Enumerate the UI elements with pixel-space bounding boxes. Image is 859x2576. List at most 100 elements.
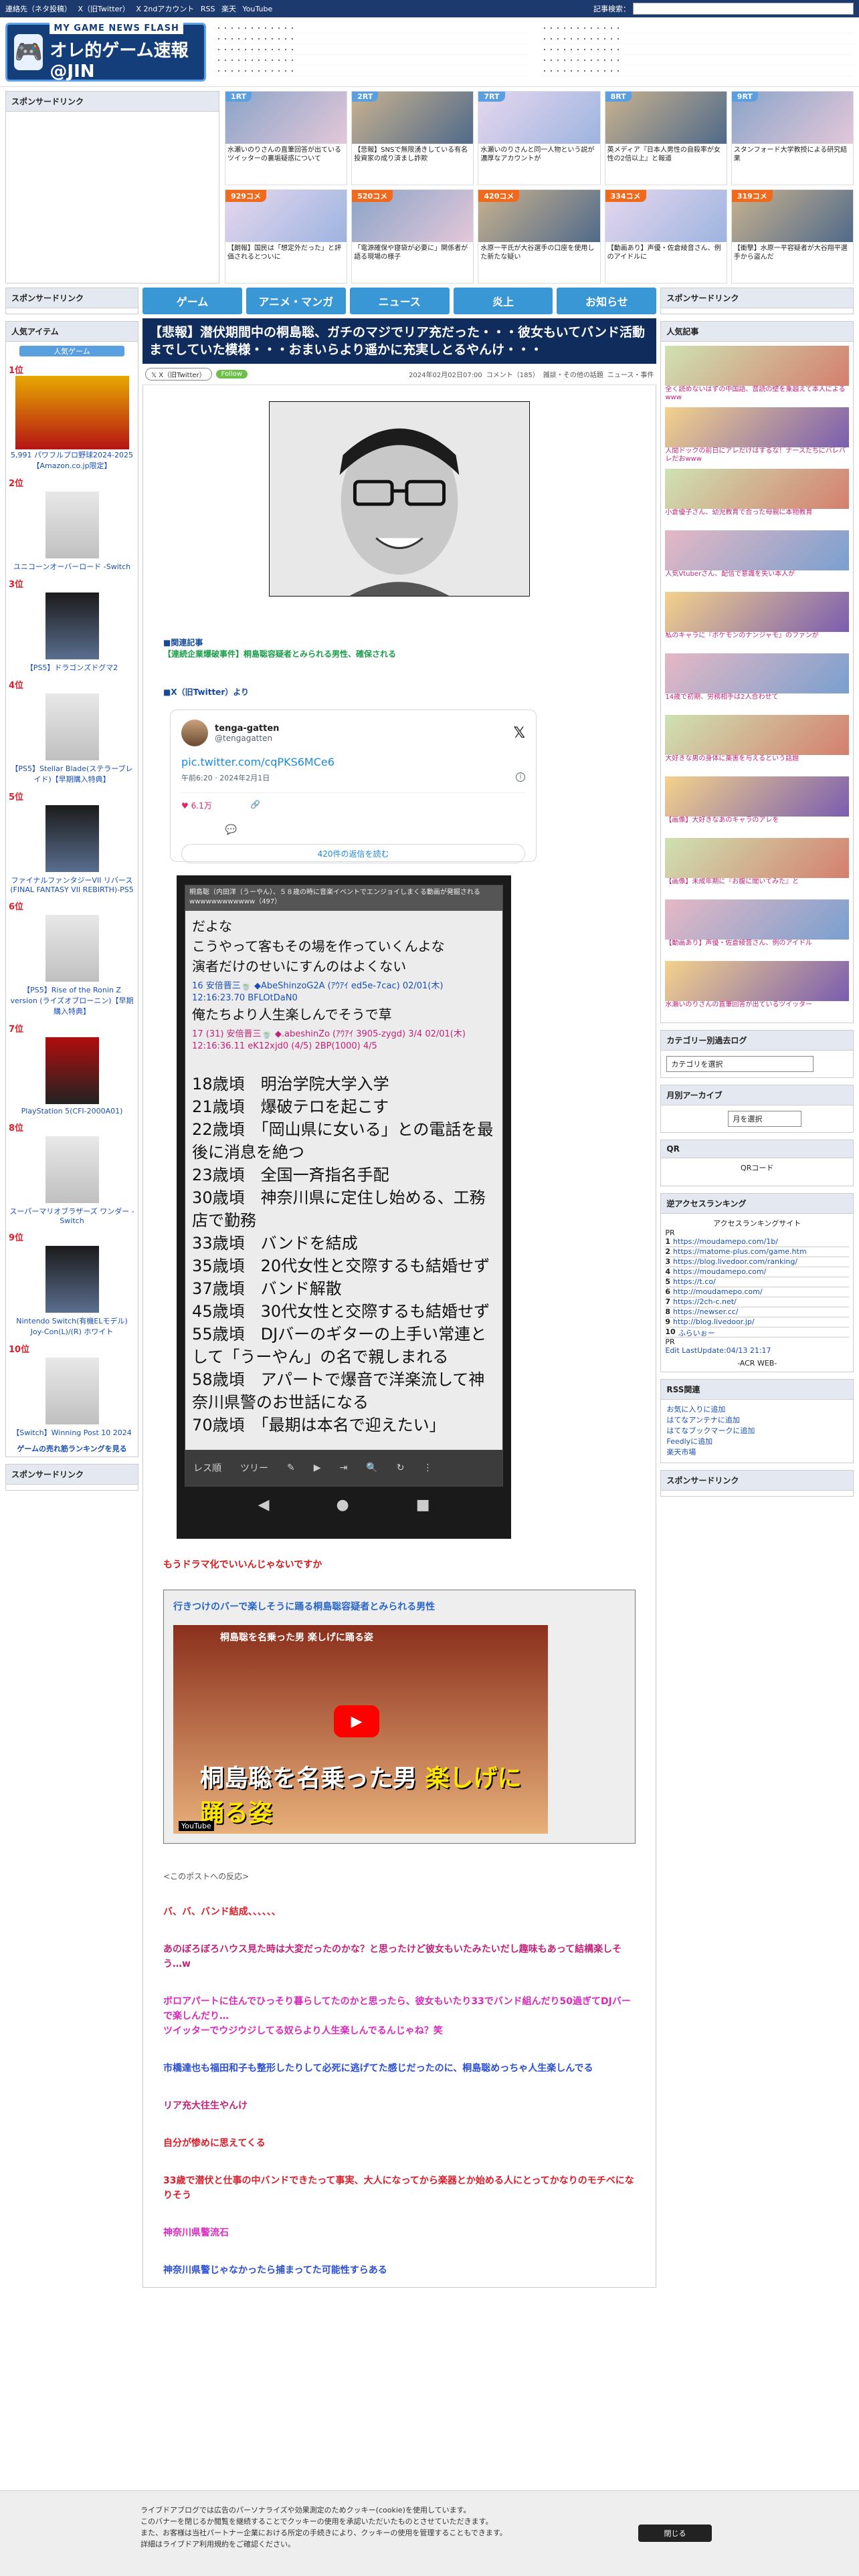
item-rank-1[interactable]: 1位 5,991 パワフルプロ野球2024-2025 【Amazon.co.jp限…	[6, 360, 138, 473]
article-category-link[interactable]: 雑談・その他の話題	[543, 369, 603, 379]
tweet-avatar[interactable]	[181, 720, 209, 746]
popular-article[interactable]: 人間ドックの前日にアレだけはするな！ナースたちにバレバレだおwww	[665, 407, 849, 465]
tweet-media-link[interactable]: pic.twitter.com/cqPKS6MCe6	[181, 756, 335, 768]
rss-link[interactable]: RSS	[201, 5, 215, 13]
like-button[interactable]: ♥ 6.1万	[181, 800, 212, 837]
nav-enjo[interactable]: 炎上	[453, 288, 553, 314]
month-select[interactable]: 月を選択	[728, 1111, 802, 1127]
search-input[interactable]	[633, 3, 854, 15]
reaction: ボロアパートに住んでひっそり暮らしてたのかと思ったら、彼女もいたり33でバンド組…	[163, 1996, 631, 2036]
article-comments-link[interactable]: コメント（185）	[486, 369, 539, 379]
link-icon[interactable]: 🔗	[250, 800, 260, 837]
access-item[interactable]: 8 https://newser.cc/	[665, 1307, 849, 1317]
pencil-icon: ✎	[287, 1463, 295, 1473]
item-rank-10[interactable]: 10位 【Switch】Winning Post 10 2024	[6, 1339, 138, 1440]
embedded-tweet[interactable]: tenga-gatten @tengagatten 𝕏 pic.twitter.…	[170, 710, 537, 863]
item-rank-5[interactable]: 5位 ファイナルファンタジーVII リバース(FINAL FANTASY VII …	[6, 787, 138, 897]
rank-card[interactable]: 1RT 水瀬いのりさんの直筆回答が出ているツイッターの裏垢疑惑について	[225, 91, 348, 185]
play-button[interactable]: ▶	[334, 1705, 380, 1737]
reply-icon[interactable]: 💬	[225, 823, 237, 837]
video-title[interactable]: 桐島聡を名乗った男 楽しげに踊る姿	[220, 1630, 373, 1644]
rank-card[interactable]: 9RT スタンフォード大学教授による研究結果	[731, 91, 854, 185]
rank-card[interactable]: 520コメ 「電源確保や寝袋が必要に」関係者が語る現場の様子	[351, 189, 474, 284]
item-rank-8[interactable]: 8位 スーパーマリオブラザーズ ワンダー -Switch	[6, 1118, 138, 1228]
more-ranking-link[interactable]: ゲームの売れ筋ランキングを見る	[6, 1440, 138, 1457]
nav-anime-manga[interactable]: アニメ・マンガ	[246, 288, 346, 314]
hatena-bookmark-link[interactable]: はてなブックマークに追加	[661, 1425, 853, 1436]
x-logo-icon[interactable]: 𝕏	[513, 725, 525, 742]
x-share-button[interactable]: 𝕏 X（旧Twitter）	[145, 368, 212, 381]
jump-icon: ⇥	[339, 1463, 348, 1473]
article-meta: 𝕏 X（旧Twitter） Follow 2024年02月02日07:00 コメ…	[142, 364, 657, 385]
access-item[interactable]: 7 https://2ch-c.net/	[665, 1297, 849, 1307]
popular-article[interactable]: 【画像】大好きなあのキャラのアレを	[665, 776, 849, 834]
contact-link[interactable]: 連絡先（ネタ投稿）	[5, 5, 72, 13]
rakuten-link[interactable]: 楽天市場	[661, 1446, 853, 1457]
rank-card[interactable]: 2RT 【悲報】SNSで無限湧きしている有名投資家の成り済まし詐欺	[351, 91, 474, 185]
rank-card[interactable]: 929コメ 【朗報】国民は「想定外だった」と評価されるとついに	[225, 189, 348, 284]
popular-article[interactable]: 人気Vtuberさん、配信で意識を失い本人が	[665, 530, 849, 588]
popular-article[interactable]: 大好きな男の身体に薬害を与えるという話題	[665, 715, 849, 772]
access-item[interactable]: 4 https://moudamepo.com/	[665, 1267, 849, 1277]
popular-games-tag[interactable]: 人気ゲーム	[19, 346, 125, 356]
access-item[interactable]: 3 https://blog.livedoor.com/ranking/	[665, 1257, 849, 1267]
popular-article[interactable]: 14歳で初期、労務相手は2人合わせて	[665, 653, 849, 711]
access-item[interactable]: 5 https://t.co/	[665, 1277, 849, 1287]
access-item[interactable]: 9 http://blog.livedoor.jp/	[665, 1317, 849, 1327]
category-archive: カテゴリー別過去ログ カテゴリを選択	[660, 1030, 854, 1078]
x-link[interactable]: X（旧Twitter）	[78, 5, 130, 13]
reaction: 市橋達也も福田和子も整形したりして必死に逃げてた感じだったのに、桐島聡めっちゃ人…	[163, 2063, 593, 2074]
item-rank-3[interactable]: 3位 【PS5】ドラゴンズドグマ2	[6, 574, 138, 675]
rank-card[interactable]: 319コメ 【衝撃】水原一平容疑者が大谷翔平選手から盗んだ	[731, 189, 854, 284]
site-logo[interactable]: 🎮 MY GAME NEWS FLASH オレ的ゲーム速報@JIN	[5, 23, 206, 82]
info-icon[interactable]: i	[516, 772, 526, 782]
rank-card[interactable]: 8RT 英メディア『日本人男性の自殺率が女性の2倍以上』と報道	[604, 91, 727, 185]
feedly-link[interactable]: Feedlyに追加	[661, 1436, 853, 1446]
article-tag-link[interactable]: ニュース・事件	[607, 369, 654, 379]
popular-article[interactable]: 小倉優子さん、幼児教育で合った母親に本物教育	[665, 469, 849, 526]
play-icon: ▶	[313, 1463, 321, 1473]
access-item[interactable]: 10 ふらいぉー	[665, 1327, 849, 1337]
youtube-logo[interactable]: YouTube	[179, 1821, 214, 1831]
terms-link[interactable]: 詳細はライブドア利用規約をご確認ください。	[140, 2539, 719, 2550]
access-item[interactable]: 2 https://matome-plus.com/game.htm	[665, 1247, 849, 1257]
hatena-antenna-link[interactable]: はてなアンテナに追加	[661, 1414, 853, 1425]
access-item[interactable]: 1 https://moudamepo.com/1b/	[665, 1237, 849, 1247]
rank-badge: 8RT	[605, 92, 632, 102]
read-replies-button[interactable]: 420件の返信を読む	[181, 844, 526, 863]
feedly-follow-button[interactable]: Follow	[215, 370, 248, 379]
popular-article[interactable]: 全く読めないはずの中国語、音読の壁を乗越えて本人によるwww	[665, 346, 849, 403]
rank-card[interactable]: 334コメ 【動画あり】声優・佐倉綾音さん、例のアイドルに	[604, 189, 727, 284]
popular-article[interactable]: 【画像】未成年期に『お腹に聞いてみた』と	[665, 838, 849, 895]
nav-notice[interactable]: お知らせ	[557, 288, 657, 314]
category-select[interactable]: カテゴリを選択	[666, 1056, 814, 1072]
youtube-embed[interactable]: 桐島聡を名乗った男 楽しげに踊る姿 ▶ 桐島聡を名乗った男 楽しげに踊る姿 Yo…	[173, 1625, 549, 1834]
item-rank-2[interactable]: 2位 ユニコーンオーバーロード -Switch	[6, 473, 138, 574]
cookie-close-button[interactable]: 閉じる	[638, 2525, 712, 2542]
related-article-link[interactable]: 【連続企業爆破事件】桐島聡容疑者とみられる男性、確保される	[163, 648, 636, 659]
nav-news[interactable]: ニュース	[349, 288, 450, 314]
rank-badge: 319コメ	[731, 190, 773, 202]
popular-article[interactable]: 水瀬いのりさんの直筆回答が出ているツイッター	[665, 961, 849, 1018]
item-rank-6[interactable]: 6位 【PS5】Rise of the Ronin Z version (ライズオ…	[6, 897, 138, 1019]
x2-link[interactable]: X 2ndアカウント	[136, 5, 194, 13]
favorite-link[interactable]: お気に入りに追加	[661, 1404, 853, 1414]
access-item[interactable]: 6 http://moudamepo.com/	[665, 1287, 849, 1297]
tweet-author-name[interactable]: tenga-gatten	[215, 724, 279, 734]
item-rank-7[interactable]: 7位 PlayStation 5(CFI-2000A01)	[6, 1019, 138, 1118]
rank-card[interactable]: 7RT 水瀬いのりさんと同一人物という説が濃厚なアカウントが	[478, 91, 601, 185]
youtube-link[interactable]: YouTube	[243, 5, 273, 13]
reaction: リア充大往生やんけ	[163, 2101, 248, 2111]
item-rank-9[interactable]: 9位 Nintendo Switch(有機ELモデル) Joy-Con(L)/(R…	[6, 1228, 138, 1339]
nav-game[interactable]: ゲーム	[142, 288, 242, 314]
tweet-author-handle[interactable]: @tengagatten	[215, 734, 279, 743]
rank-card[interactable]: 420コメ 水原一平氏が大谷選手の口座を使用した新たな疑い	[478, 189, 601, 284]
popular-articles: 人気記事 全く読めないはずの中国語、音読の壁を乗越えて本人によるwww 人間ドッ…	[660, 321, 854, 1023]
rakuten-link[interactable]: 楽天	[221, 5, 236, 13]
popular-article[interactable]: 私のキャラに『ポケモンのナンジャモ』のファンが	[665, 592, 849, 649]
header: 🎮 MY GAME NEWS FLASH オレ的ゲーム速報@JIN ・・・・・・…	[0, 17, 859, 87]
tweet-date[interactable]: 午前6:20 · 2024年2月1日	[181, 772, 270, 783]
android-nav: ◀ ● ■	[185, 1487, 503, 1523]
popular-article[interactable]: 【動画あり】声優・佐倉綾音さん、例のアイドル	[665, 899, 849, 957]
item-rank-4[interactable]: 4位 【PS5】Stellar Blade(ステラーブレイド)【早期購入特典】	[6, 675, 138, 787]
